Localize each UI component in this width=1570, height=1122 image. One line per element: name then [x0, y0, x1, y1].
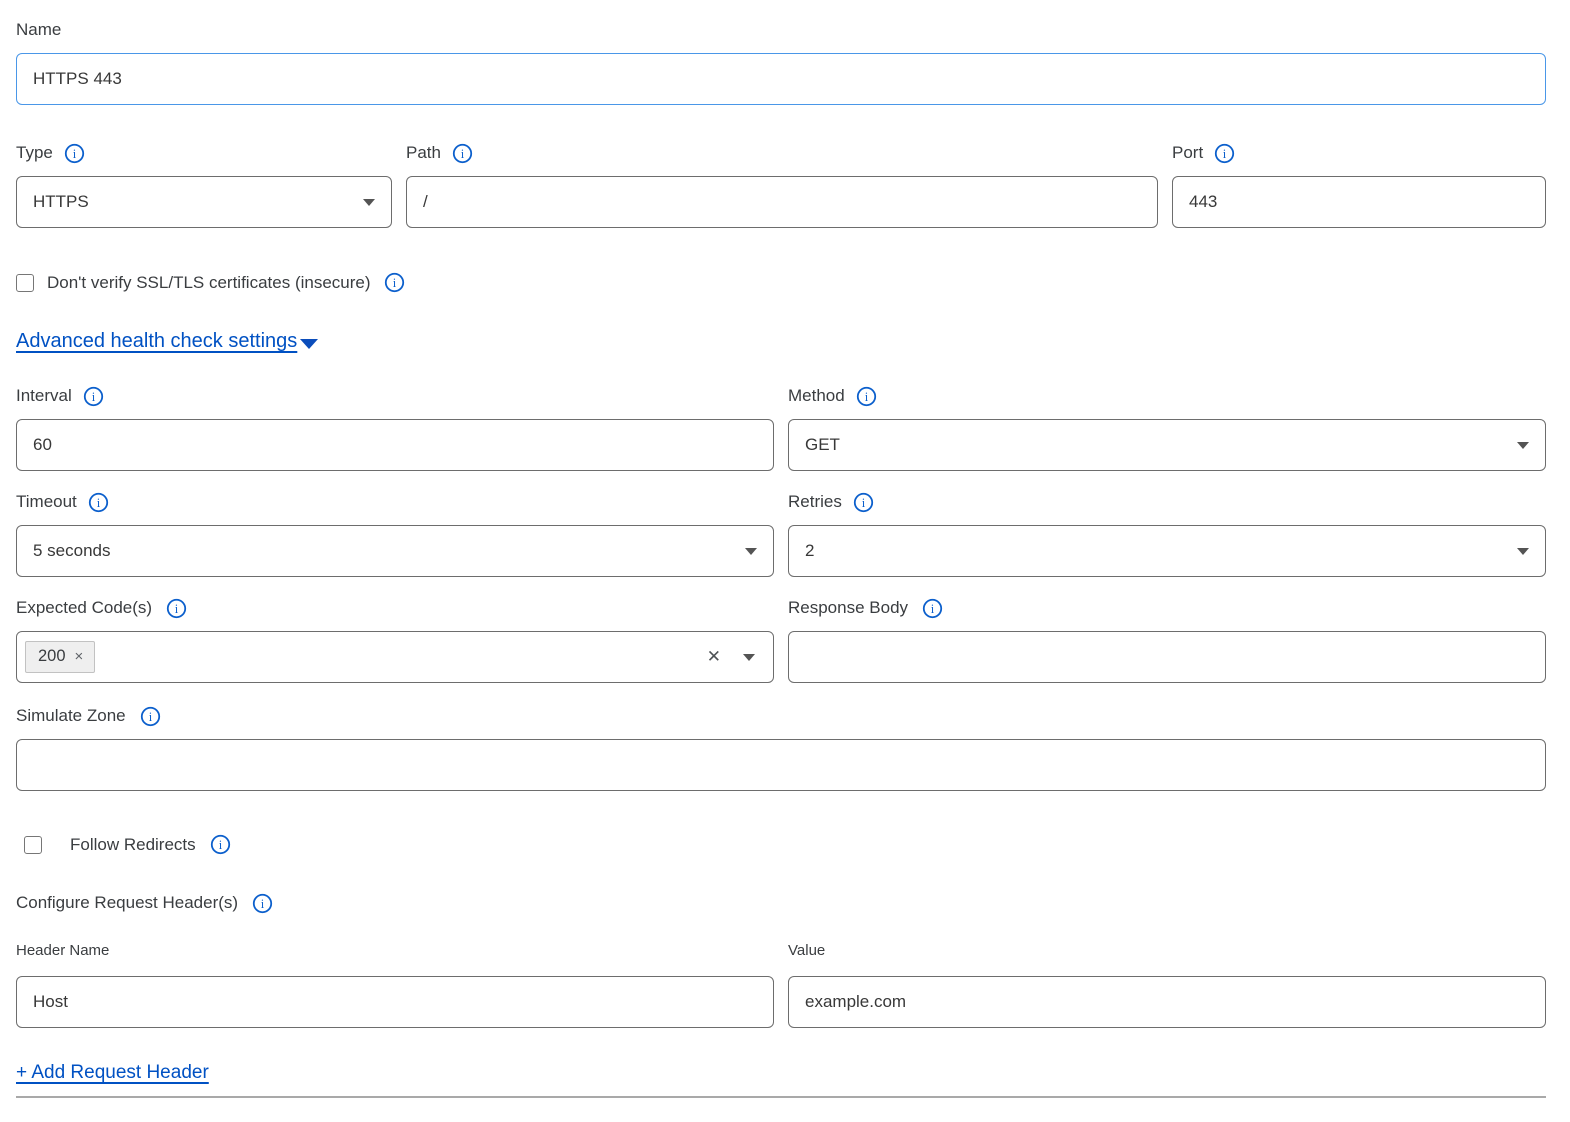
path-field: Path i: [406, 141, 1158, 228]
retries-select[interactable]: 2: [788, 525, 1546, 577]
code-tag: 200 ×: [25, 641, 95, 673]
section-divider: [16, 1096, 1546, 1098]
follow-redirects-label: Follow Redirects: [70, 835, 196, 855]
header-name-input[interactable]: [16, 976, 774, 1028]
type-field: Type i HTTPS: [16, 141, 392, 228]
chevron-down-icon: [1517, 442, 1529, 449]
ssl-verify-label: Don't verify SSL/TLS certificates (insec…: [47, 273, 371, 293]
info-icon[interactable]: i: [166, 598, 187, 619]
svg-text:i: i: [862, 496, 866, 510]
svg-text:i: i: [92, 390, 96, 404]
info-icon[interactable]: i: [252, 893, 273, 914]
expected-codes-field: Expected Code(s) i 200 × ✕: [16, 596, 774, 683]
path-input[interactable]: [406, 176, 1158, 228]
svg-text:i: i: [261, 897, 265, 911]
info-icon[interactable]: i: [856, 386, 877, 407]
type-path-port-row: Type i HTTPS Path i: [16, 141, 1546, 228]
response-body-label: Response Body: [788, 598, 908, 618]
info-icon[interactable]: i: [1214, 143, 1235, 164]
header-name-label: Header Name: [16, 942, 109, 959]
header-row: Header Name Value: [16, 942, 1546, 1028]
interval-field: Interval i: [16, 384, 774, 471]
timeout-select-value: 5 seconds: [33, 541, 111, 561]
chevron-down-icon: [745, 548, 757, 555]
timeout-select[interactable]: 5 seconds: [16, 525, 774, 577]
chevron-down-icon: [1517, 548, 1529, 555]
expected-codes-multiselect[interactable]: 200 × ✕: [16, 631, 774, 683]
svg-text:i: i: [392, 276, 396, 290]
simulate-zone-field: Simulate Zone i: [16, 704, 1546, 791]
timeout-retries-row: Timeout i 5 seconds Retries i 2: [16, 490, 1546, 577]
port-input[interactable]: [1172, 176, 1546, 228]
svg-text:i: i: [148, 710, 152, 724]
follow-redirects-checkbox[interactable]: [24, 836, 42, 854]
code-tag-value: 200: [38, 647, 66, 666]
retries-label: Retries: [788, 492, 842, 512]
info-icon[interactable]: i: [922, 598, 943, 619]
svg-text:i: i: [73, 147, 77, 161]
svg-text:i: i: [864, 390, 868, 404]
info-icon[interactable]: i: [140, 706, 161, 727]
port-label: Port: [1172, 143, 1203, 163]
timeout-label: Timeout: [16, 492, 77, 512]
svg-text:i: i: [461, 147, 465, 161]
configure-headers-label: Configure Request Header(s): [16, 893, 238, 913]
svg-text:i: i: [97, 496, 101, 510]
info-icon[interactable]: i: [452, 143, 473, 164]
name-input[interactable]: [16, 53, 1546, 105]
port-field: Port i: [1172, 141, 1546, 228]
info-icon[interactable]: i: [88, 492, 109, 513]
name-label: Name: [16, 20, 61, 40]
health-check-form: Name Type i HTTPS Path i: [0, 0, 1570, 1122]
add-request-header-label: + Add Request Header: [16, 1062, 209, 1084]
type-select[interactable]: HTTPS: [16, 176, 392, 228]
chevron-down-icon: [363, 199, 375, 206]
retries-select-value: 2: [805, 541, 814, 561]
interval-input[interactable]: [16, 419, 774, 471]
svg-text:i: i: [1223, 147, 1227, 161]
header-value-label: Value: [788, 942, 825, 959]
type-label: Type: [16, 143, 53, 163]
response-body-field: Response Body i: [788, 596, 1546, 683]
header-value-field: Value: [788, 942, 1546, 1028]
info-icon[interactable]: i: [384, 272, 405, 293]
name-field: Name: [16, 18, 1546, 105]
configure-headers-row: Configure Request Header(s) i: [16, 891, 1546, 915]
timeout-field: Timeout i 5 seconds: [16, 490, 774, 577]
chevron-down-icon[interactable]: [743, 654, 755, 661]
caret-down-icon: [300, 339, 318, 349]
advanced-settings-label: Advanced health check settings: [16, 330, 297, 353]
follow-redirects-row: Follow Redirects i: [16, 834, 1546, 855]
simulate-zone-input[interactable]: [16, 739, 1546, 791]
interval-label: Interval: [16, 386, 72, 406]
codes-body-row: Expected Code(s) i 200 × ✕ Response Body: [16, 596, 1546, 683]
clear-all-icon[interactable]: ✕: [707, 647, 721, 667]
method-field: Method i GET: [788, 384, 1546, 471]
expected-codes-label: Expected Code(s): [16, 598, 152, 618]
retries-field: Retries i 2: [788, 490, 1546, 577]
method-select-value: GET: [805, 435, 840, 455]
svg-text:i: i: [175, 602, 179, 616]
header-value-input[interactable]: [788, 976, 1546, 1028]
info-icon[interactable]: i: [83, 386, 104, 407]
info-icon[interactable]: i: [853, 492, 874, 513]
info-icon[interactable]: i: [64, 143, 85, 164]
interval-method-row: Interval i Method i GET: [16, 384, 1546, 471]
add-request-header-link[interactable]: + Add Request Header: [16, 1062, 209, 1084]
method-select[interactable]: GET: [788, 419, 1546, 471]
ssl-verify-checkbox[interactable]: [16, 274, 34, 292]
remove-tag-icon[interactable]: ×: [75, 648, 84, 665]
simulate-zone-label: Simulate Zone: [16, 706, 126, 726]
method-label: Method: [788, 386, 845, 406]
svg-text:i: i: [218, 838, 222, 852]
header-name-field: Header Name: [16, 942, 774, 1028]
ssl-verify-checkbox-row: Don't verify SSL/TLS certificates (insec…: [16, 272, 1546, 293]
info-icon[interactable]: i: [210, 834, 231, 855]
svg-text:i: i: [931, 602, 935, 616]
response-body-input[interactable]: [788, 631, 1546, 683]
type-select-value: HTTPS: [33, 192, 89, 212]
path-label: Path: [406, 143, 441, 163]
advanced-settings-link[interactable]: Advanced health check settings: [16, 330, 318, 353]
